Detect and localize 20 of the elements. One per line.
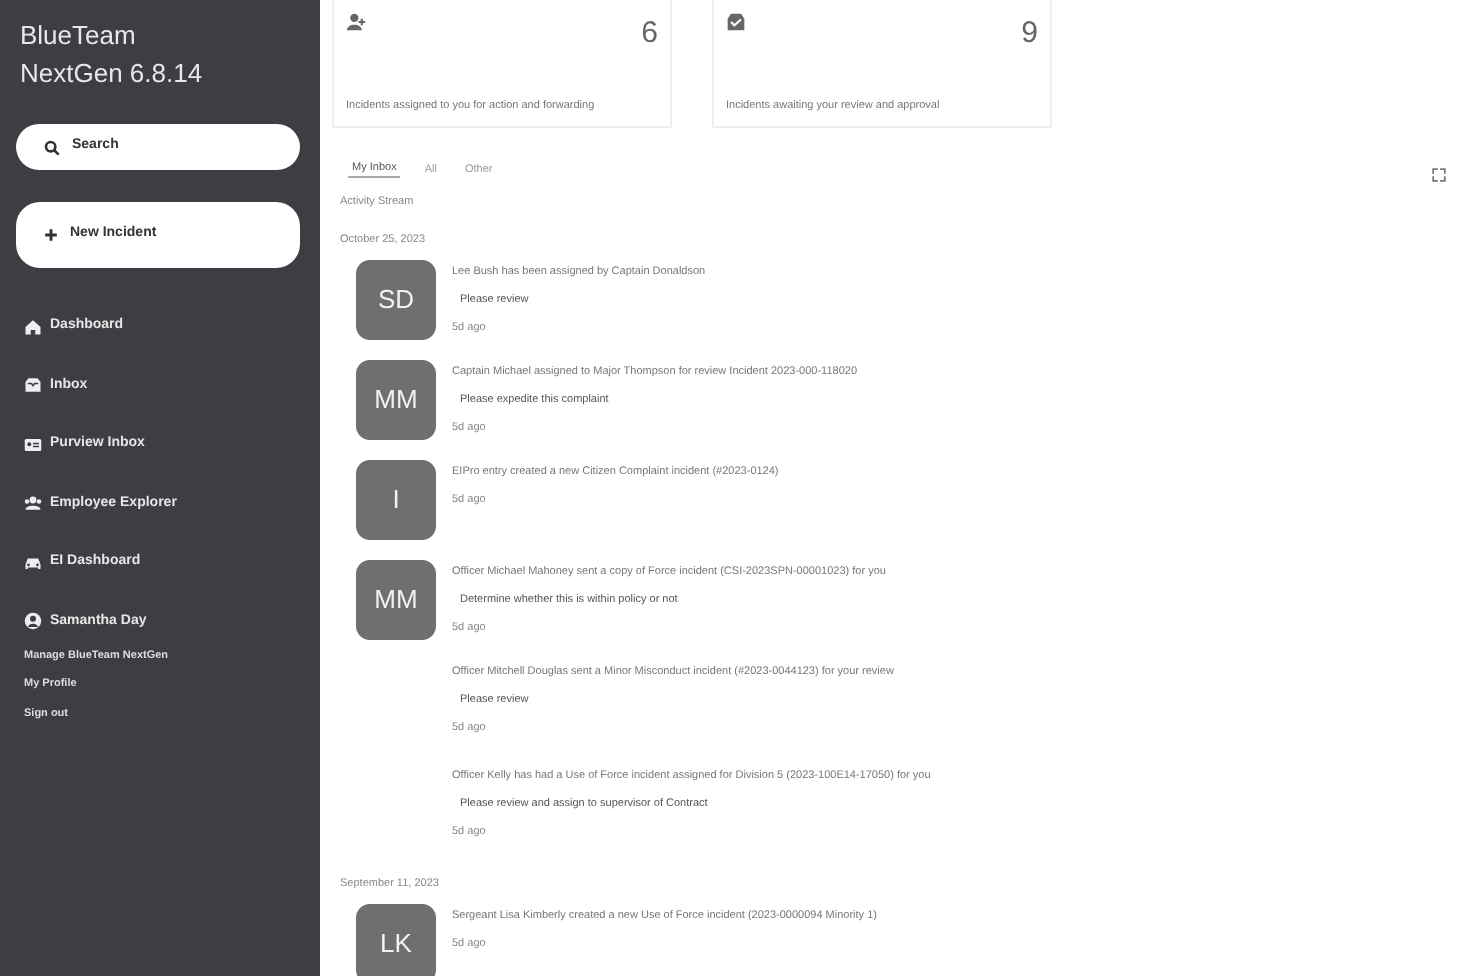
- inbox-icon: [24, 376, 42, 395]
- avatar: MM: [356, 559, 436, 640]
- avatar: SD: [356, 259, 436, 340]
- version-label: NextGen 6.8.14: [20, 56, 205, 92]
- user-plus-icon: [346, 12, 366, 32]
- search-icon: [44, 139, 60, 155]
- home-icon: [24, 317, 42, 336]
- users-icon: [24, 494, 42, 513]
- avatar: LK: [356, 904, 436, 976]
- avatar: I: [356, 459, 436, 540]
- count-value: 6: [641, 14, 658, 54]
- user-icon: [24, 612, 42, 631]
- avatar: MM: [356, 359, 436, 440]
- car-icon: [24, 553, 42, 572]
- id-card-icon: [24, 435, 42, 454]
- expand-icon[interactable]: [1432, 168, 1446, 182]
- brand-name: BlueTeam: [20, 18, 138, 54]
- count-value: 9: [1021, 14, 1038, 54]
- inbox-icon: [726, 12, 746, 32]
- plus-icon: [44, 228, 58, 242]
